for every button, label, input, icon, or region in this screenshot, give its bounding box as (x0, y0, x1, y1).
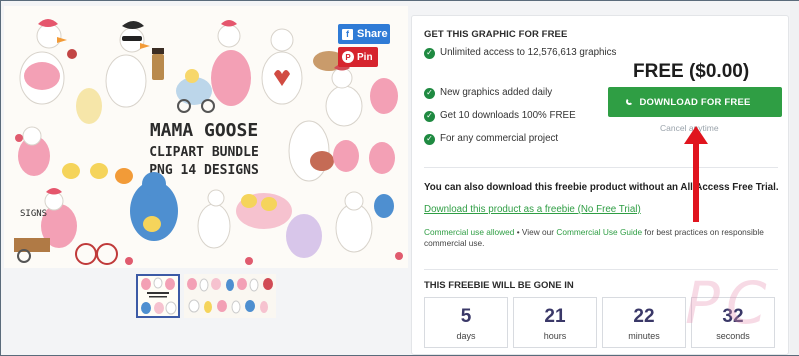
watermark-logo: PC (685, 269, 773, 337)
offer-title: GET THIS GRAPHIC FOR FREE (424, 29, 568, 40)
countdown-hours: 21 hours (513, 297, 597, 348)
countdown-days: 5 days (424, 297, 508, 348)
check-circle-icon: ✓ (424, 88, 435, 99)
download-button-label: DOWNLOAD FOR FREE (639, 96, 751, 108)
feature-text: Get 10 downloads 100% FREE (440, 110, 576, 121)
thumbnail-image (138, 276, 178, 316)
commercial-use-allowed-link[interactable]: Commercial use allowed (424, 227, 514, 237)
countdown-value: 5 (460, 306, 472, 327)
product-subtitle-line2: PNG 14 DESIGNS (149, 163, 259, 178)
countdown-value: 21 (544, 306, 566, 327)
feature-text: Unlimited access to 12,576,613 graphics (440, 47, 617, 58)
product-subtitle-line1: CLIPART BUNDLE (149, 145, 259, 160)
facebook-share-button[interactable]: f Share (338, 24, 390, 44)
mama-goose-artwork: MAMA GOOSE CLIPART BUNDLE PNG 14 DESIGNS (4, 6, 408, 268)
feature-item: ✓ For any commercial project (424, 133, 558, 146)
pinterest-icon: P (342, 51, 354, 63)
check-circle-icon: ✓ (424, 134, 435, 145)
commercial-usage-note: Commercial use allowed • View our Commer… (424, 227, 774, 248)
download-freebie-link[interactable]: Download this product as a freebie (No F… (424, 204, 641, 215)
countdown-title: THIS FREEBIE WILL BE GONE IN (424, 280, 574, 291)
feature-item: ✓ Unlimited access to 12,576,613 graphic… (424, 47, 624, 60)
alternative-download-text: You can also download this freebie produ… (424, 182, 779, 193)
commercial-use-guide-link[interactable]: Commercial Use Guide (556, 227, 642, 237)
countdown-value: 22 (633, 306, 655, 327)
facebook-icon: f (342, 28, 353, 40)
price-label: FREE ($0.00) (633, 61, 750, 82)
arrow-up-icon (684, 126, 708, 222)
check-circle-icon: ✓ (424, 111, 435, 122)
feature-text: For any commercial project (440, 133, 559, 144)
countdown-unit: days (456, 331, 476, 341)
page-frame: MAMA GOOSE CLIPART BUNDLE PNG 14 DESIGNS (0, 0, 799, 356)
pin-label: Pin (357, 51, 373, 63)
share-label: Share (357, 28, 388, 40)
pinterest-pin-button[interactable]: P Pin (338, 47, 378, 67)
check-circle-icon: ✓ (424, 48, 435, 59)
feature-text: New graphics added daily (440, 87, 553, 98)
thumbnail-selected[interactable] (136, 274, 180, 318)
product-title-text: MAMA GOOSE (150, 120, 258, 141)
thumbnail-strip[interactable] (184, 274, 276, 318)
thumbnail-strip-image (184, 274, 276, 318)
download-for-free-button[interactable]: DOWNLOAD FOR FREE (608, 87, 782, 117)
product-main-image[interactable]: MAMA GOOSE CLIPART BUNDLE PNG 14 DESIGNS (4, 6, 408, 268)
countdown-unit: hours (543, 331, 567, 341)
divider (424, 167, 778, 168)
corner-mark-text: SIGNS (20, 209, 47, 219)
countdown-unit: minutes (628, 331, 660, 341)
product-gallery: MAMA GOOSE CLIPART BUNDLE PNG 14 DESIGNS (2, 2, 409, 355)
countdown-minutes: 22 minutes (602, 297, 686, 348)
feature-item: ✓ New graphics added daily (424, 87, 552, 100)
usage-mid-text: • View our (514, 227, 557, 237)
spinner-icon (626, 98, 633, 105)
feature-item: ✓ Get 10 downloads 100% FREE (424, 110, 576, 123)
scrollbar[interactable] (790, 1, 799, 355)
